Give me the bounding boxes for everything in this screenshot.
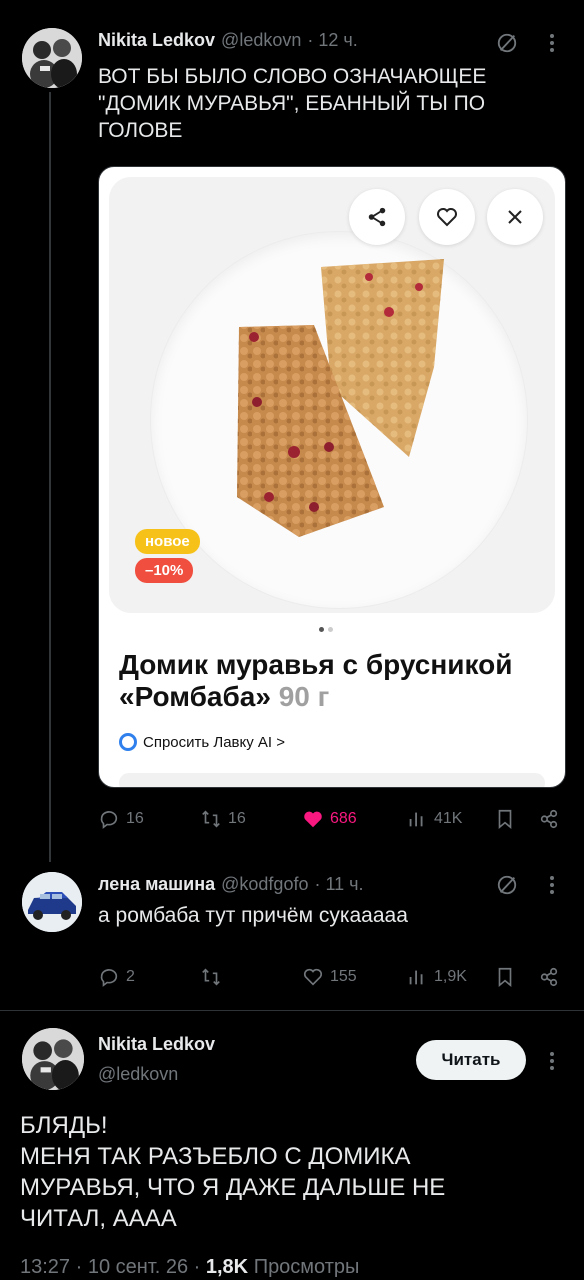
car-avatar-icon: [22, 872, 82, 932]
ask-ai-link[interactable]: Спросить Лавку AI >: [119, 733, 285, 751]
author-name[interactable]: Nikita Ledkov: [98, 1034, 215, 1055]
like-button[interactable]: 155: [302, 966, 357, 988]
bookmark-button[interactable]: [494, 808, 516, 830]
media-card[interactable]: новое –10% Домик муравья с брусникой «Ро…: [98, 166, 566, 788]
avatar[interactable]: [22, 28, 82, 88]
share-tweet-button[interactable]: [538, 808, 560, 830]
tweet-text-line: ВОТ БЫ БЫЛО СЛОВО ОЗНАЧАЮЩЕЕ: [98, 65, 487, 88]
repost-button[interactable]: [200, 966, 228, 988]
product-weight: 90 г: [278, 681, 330, 712]
badge-new: новое: [135, 529, 200, 554]
close-icon: [508, 210, 522, 224]
bookmark-icon: [498, 809, 512, 830]
share-button[interactable]: [349, 189, 405, 245]
card-footer-field: [119, 773, 545, 787]
reply-icon: [100, 811, 118, 829]
tweet-timestamp[interactable]: 13:27 · 10 сент. 26 ·: [20, 1256, 200, 1278]
author-name[interactable]: Nikita Ledkov: [98, 30, 215, 51]
thread-connector: [49, 92, 51, 862]
tweet-text: БЛЯДЬ! МЕНЯ ТАК РАЗЪЕБЛО С ДОМИКА МУРАВЬ…: [20, 1110, 560, 1234]
views-icon: [409, 812, 423, 827]
repost-count: 16: [228, 810, 246, 827]
bookmark-button[interactable]: [494, 966, 516, 988]
like-count: 686: [330, 810, 357, 827]
views-count: 41K: [434, 810, 463, 827]
avatar[interactable]: [22, 872, 82, 932]
like-button[interactable]: 686: [302, 808, 357, 830]
more-icon[interactable]: [542, 30, 562, 56]
views-count: 1,8K: [205, 1256, 249, 1278]
bookmark-icon: [498, 967, 512, 988]
more-icon[interactable]: [542, 1048, 562, 1074]
avatar[interactable]: [22, 1028, 84, 1090]
author-handle[interactable]: @ledkovn: [221, 30, 301, 51]
views-count: 1,9K: [434, 968, 467, 985]
tweet-text-line: ЧИТАЛ, АААА: [20, 1205, 177, 1232]
reply-icon: [100, 969, 118, 987]
ask-ai-label: Спросить Лавку AI >: [143, 733, 286, 751]
badge-discount: –10%: [135, 558, 194, 583]
views-label: Просмотры: [253, 1256, 360, 1278]
tweet-text-line: МЕНЯ ТАК РАЗЪЕБЛО С ДОМИКА: [20, 1143, 411, 1170]
tweet-time[interactable]: · 12 ч.: [307, 30, 357, 51]
heart-filled-icon: [304, 811, 322, 828]
tweet-text-line: ГОЛОВЕ: [98, 119, 183, 142]
reply-count: 16: [126, 810, 144, 827]
author-name[interactable]: лена машина: [98, 874, 215, 895]
reply-button[interactable]: 2: [98, 966, 135, 988]
share-tweet-button[interactable]: [538, 966, 560, 988]
share-icon: [540, 809, 558, 829]
tweet-text: ВОТ БЫ БЫЛО СЛОВО ОЗНАЧАЮЩЕЕ "ДОМИК МУРА…: [98, 63, 486, 144]
product-image[interactable]: новое –10%: [109, 177, 555, 613]
repost-icon: [202, 810, 220, 828]
carousel-dots: [319, 627, 333, 632]
repost-button[interactable]: 16: [200, 808, 246, 830]
product-title: Домик муравья с брусникой «Ромбаба» 90 г: [119, 649, 549, 713]
favorite-button[interactable]: [419, 189, 475, 245]
avatar-photo-icon: [22, 28, 82, 88]
like-count: 155: [330, 968, 357, 985]
follow-button[interactable]: Читать: [416, 1040, 526, 1080]
views-button[interactable]: 41K: [406, 808, 462, 830]
close-button[interactable]: [487, 189, 543, 245]
tweet-text-line: "ДОМИК МУРАВЬЯ", ЕБАННЫЙ ТЫ ПО: [98, 92, 486, 115]
author-handle[interactable]: @kodfgofo: [221, 874, 308, 895]
tweet-text-line: БЛЯДЬ!: [20, 1112, 108, 1139]
tweet-text-line: МУРАВЬЯ, ЧТО Я ДАЖЕ ДАЛЬШЕ НЕ: [20, 1174, 446, 1201]
views-icon: [409, 970, 423, 985]
reply-button[interactable]: 16: [98, 808, 144, 830]
tweet-text: а ромбаба тут причём сукааааа: [98, 904, 408, 927]
tweet-time[interactable]: · 11 ч.: [314, 874, 363, 895]
author-handle[interactable]: @ledkovn: [98, 1064, 178, 1085]
reply-count: 2: [126, 968, 135, 985]
heart-icon: [437, 208, 457, 227]
more-icon[interactable]: [542, 872, 562, 898]
avatar-photo-icon: [22, 1028, 84, 1090]
ai-ring-icon: [119, 733, 137, 751]
repost-icon: [202, 968, 220, 986]
share-icon: [540, 967, 558, 987]
tweet-meta: 13:27 · 10 сент. 26 · 1,8K Просмотры: [20, 1256, 359, 1279]
grok-icon[interactable]: [494, 30, 520, 56]
share-icon: [368, 207, 386, 227]
views-button[interactable]: 1,9K: [406, 966, 467, 988]
divider: [0, 1010, 584, 1011]
heart-icon: [303, 968, 323, 986]
grok-icon[interactable]: [494, 872, 520, 898]
